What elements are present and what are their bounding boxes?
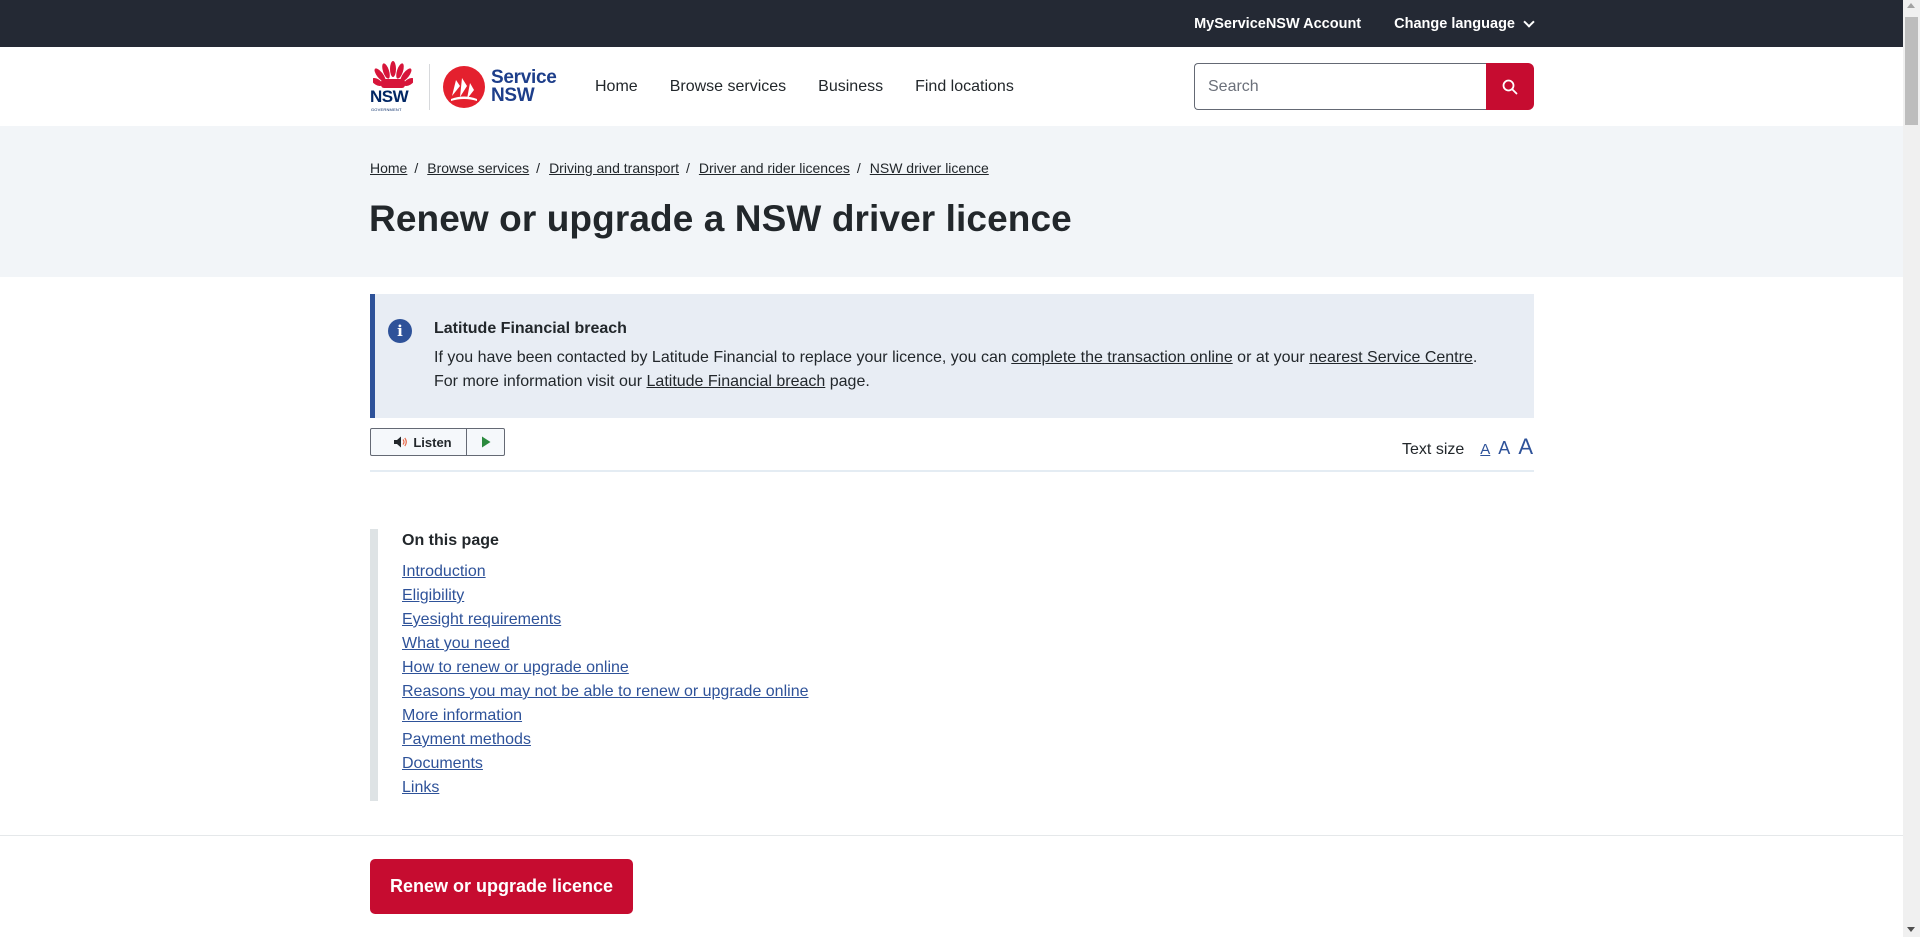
waratah-icon [373, 61, 413, 88]
otp-link-how-to-renew[interactable]: How to renew or upgrade online [402, 659, 629, 676]
list-item: Eligibility [402, 584, 808, 608]
logo-divider [429, 64, 430, 110]
list-item: Reasons you may not be able to renew or … [402, 680, 808, 704]
service-nsw-logo[interactable]: Service NSW [443, 66, 557, 108]
page-header-band: Home / Browse services / Driving and tra… [0, 126, 1903, 277]
list-item: Links [402, 776, 808, 800]
play-icon [481, 436, 490, 448]
alert-body: If you have been contacted by Latitude F… [434, 346, 1504, 394]
otp-link-payment-methods[interactable]: Payment methods [402, 731, 531, 748]
text-size-label: Text size [1402, 441, 1465, 458]
breadcrumb-separator: / [856, 160, 861, 176]
service-nsw-wordmark: Service NSW [491, 68, 557, 106]
service-wordmark-line2: NSW [491, 85, 535, 106]
otp-link-links[interactable]: Links [402, 779, 439, 796]
breadcrumb-browse-services[interactable]: Browse services [427, 160, 529, 176]
breadcrumb-nsw-driver-licence[interactable]: NSW driver licence [870, 160, 989, 176]
on-this-page: On this page Introduction Eligibility Ey… [370, 529, 808, 801]
listen-label: Listen [413, 434, 452, 450]
vertical-scrollbar[interactable] [1903, 0, 1920, 937]
alert-text: If you have been contacted by Latitude F… [434, 349, 1012, 366]
list-item: Eyesight requirements [402, 608, 808, 632]
page-title: Renew or upgrade a NSW driver licence [369, 198, 1072, 239]
list-item: Documents [402, 752, 808, 776]
nav-business[interactable]: Business [818, 78, 883, 96]
breadcrumb-separator: / [686, 160, 690, 176]
complete-transaction-online-link[interactable]: complete the transaction online [1011, 349, 1232, 366]
list-item: How to renew or upgrade online [402, 656, 808, 680]
change-language-label: Change language [1394, 15, 1515, 32]
otp-link-reasons[interactable]: Reasons you may not be able to renew or … [402, 683, 808, 700]
myservicensw-account-link[interactable]: MyServiceNSW Account [1194, 16, 1361, 32]
text-size-medium-button[interactable]: A [1498, 438, 1510, 459]
otp-link-what-you-need[interactable]: What you need [402, 635, 510, 652]
text-size-small-button[interactable]: A [1480, 441, 1490, 458]
list-item: Payment methods [402, 728, 808, 752]
play-button[interactable] [466, 429, 504, 455]
search-button[interactable] [1486, 63, 1534, 110]
info-icon: i [388, 319, 412, 343]
listen-widget: Listen [370, 428, 505, 456]
search-icon [1502, 79, 1518, 94]
alert-text: page. [825, 373, 870, 390]
otp-link-introduction[interactable]: Introduction [402, 563, 486, 580]
breadcrumb-separator: / [536, 160, 541, 176]
page: MyServiceNSW Account Change language NSW… [0, 0, 1903, 937]
otp-link-documents[interactable]: Documents [402, 755, 483, 772]
nav-home[interactable]: Home [595, 78, 638, 96]
utility-bar: MyServiceNSW Account Change language [0, 0, 1903, 47]
listen-button[interactable]: Listen [371, 429, 466, 455]
main-nav: Home Browse services Business Find locat… [595, 47, 1014, 126]
breadcrumb-home[interactable]: Home [370, 160, 407, 176]
list-item: More information [402, 704, 808, 728]
latitude-financial-breach-link[interactable]: Latitude Financial breach [647, 373, 826, 390]
scrollbar-thumb[interactable] [1905, 17, 1918, 125]
list-item: Introduction [402, 560, 808, 584]
nav-find-locations[interactable]: Find locations [915, 78, 1014, 96]
divider [370, 470, 1534, 472]
alert-title: Latitude Financial breach [434, 320, 627, 337]
breadcrumb-driver-and-rider-licences[interactable]: Driver and rider licences [699, 160, 850, 176]
text-size-control: Text size A A A [1402, 434, 1533, 460]
otp-link-more-information[interactable]: More information [402, 707, 522, 724]
breadcrumb: Home / Browse services / Driving and tra… [370, 160, 989, 176]
nearest-service-centre-link[interactable]: nearest Service Centre [1309, 349, 1473, 366]
info-alert: i Latitude Financial breach If you have … [370, 294, 1534, 418]
nav-browse-services[interactable]: Browse services [670, 78, 786, 96]
scroll-down-arrow-icon[interactable] [1907, 927, 1915, 932]
search-input[interactable] [1194, 63, 1486, 110]
speaker-icon [394, 436, 408, 448]
divider [0, 835, 1903, 836]
list-item: What you need [402, 632, 808, 656]
logos[interactable]: NSW GOVERNMENT Service NSW [370, 61, 557, 113]
nsw-logo-text: NSW [370, 87, 409, 106]
on-this-page-title: On this page [402, 532, 499, 549]
government-logo-text: GOVERNMENT [371, 107, 402, 112]
service-nsw-emblem-icon [443, 66, 485, 108]
text-size-large-button[interactable]: A [1518, 434, 1533, 460]
site-header: NSW GOVERNMENT Service NSW Home Browse s… [0, 47, 1903, 126]
change-language-dropdown[interactable]: Change language [1394, 15, 1535, 32]
alert-text: or at your [1232, 349, 1310, 366]
search-form [1194, 63, 1534, 110]
otp-link-eligibility[interactable]: Eligibility [402, 587, 464, 604]
on-this-page-list: Introduction Eligibility Eyesight requir… [402, 560, 808, 800]
account-link-label: MyServiceNSW Account [1194, 15, 1362, 32]
renew-or-upgrade-licence-button[interactable]: Renew or upgrade licence [370, 859, 633, 914]
nsw-government-logo[interactable]: NSW GOVERNMENT [370, 61, 416, 113]
scroll-up-arrow-icon[interactable] [1907, 3, 1915, 8]
chevron-down-icon [1523, 15, 1535, 28]
breadcrumb-separator: / [414, 160, 419, 176]
otp-link-eyesight-requirements[interactable]: Eyesight requirements [402, 611, 561, 628]
breadcrumb-driving-and-transport[interactable]: Driving and transport [549, 160, 679, 176]
